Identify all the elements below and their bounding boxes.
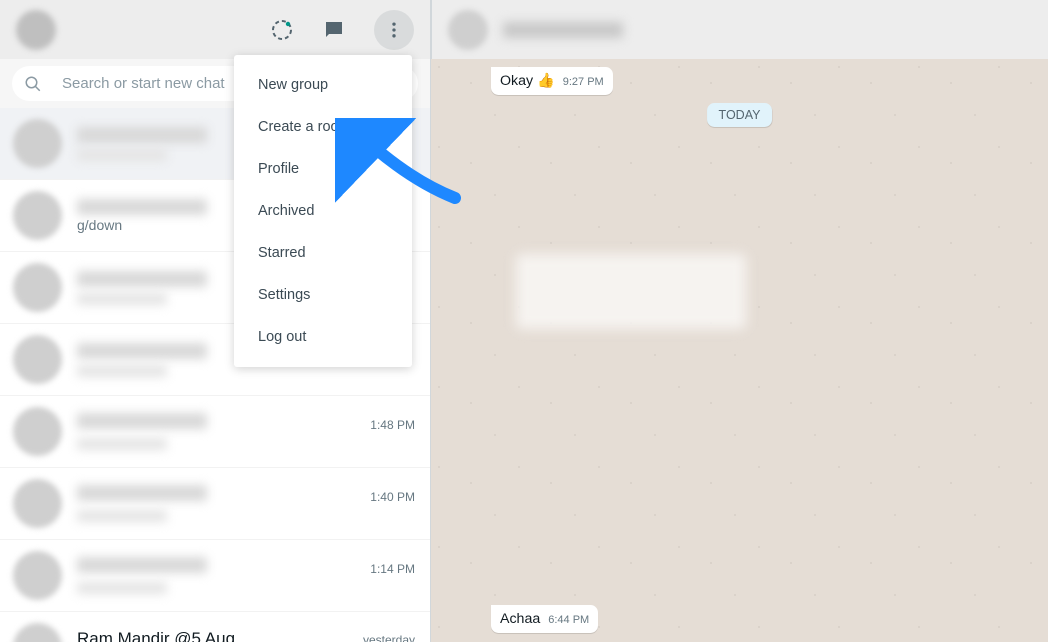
redacted-message [516, 254, 746, 329]
background-pattern [431, 59, 1048, 642]
chat-time: yesterday [363, 633, 415, 642]
message-time: 9:27 PM [563, 76, 604, 89]
conversation-title [503, 22, 623, 38]
chat-name [77, 413, 207, 429]
chat-name [77, 343, 207, 359]
chat-preview [77, 582, 167, 594]
message-time: 6:44 PM [548, 614, 589, 627]
chat-name [77, 127, 207, 143]
menu-dots-icon[interactable] [374, 10, 414, 50]
menu-starred[interactable]: Starred [234, 232, 412, 274]
conversation-body[interactable]: Okay 👍 9:27 PM TODAY Achaa 6:44 PM [431, 59, 1048, 642]
chat-item[interactable]: 1:40 PM [0, 468, 430, 540]
conversation-header[interactable] [431, 0, 1048, 59]
chat-preview [77, 510, 167, 522]
chat-time: 1:40 PM [370, 490, 415, 504]
right-panel: Okay 👍 9:27 PM TODAY Achaa 6:44 PM [431, 0, 1048, 642]
menu-profile[interactable]: Profile [234, 148, 412, 190]
conversation-avatar [448, 10, 488, 50]
chat-avatar [13, 551, 62, 600]
message-bubble[interactable]: Okay 👍 9:27 PM [491, 67, 613, 95]
menu-settings[interactable]: Settings [234, 274, 412, 316]
chat-name [77, 485, 207, 501]
chat-item[interactable]: 1:48 PM [0, 396, 430, 468]
menu-create-room[interactable]: Create a room [234, 106, 412, 148]
chat-avatar [13, 335, 62, 384]
user-avatar[interactable] [16, 10, 56, 50]
chat-preview [77, 293, 167, 305]
chat-item[interactable]: 1:14 PM [0, 540, 430, 612]
main-menu-dropdown: New group Create a room Profile Archived… [234, 55, 412, 367]
message-text: Achaa [500, 611, 540, 627]
chat-time: 1:48 PM [370, 418, 415, 432]
chat-name [77, 271, 207, 287]
search-icon [24, 75, 42, 93]
date-badge: TODAY [707, 103, 773, 127]
chat-preview [77, 438, 167, 450]
left-header [0, 0, 430, 59]
chat-time: 1:14 PM [370, 562, 415, 576]
status-icon[interactable] [270, 18, 294, 42]
menu-new-group[interactable]: New group [234, 64, 412, 106]
message-text: Okay 👍 [500, 73, 555, 89]
menu-archived[interactable]: Archived [234, 190, 412, 232]
chat-avatar [13, 119, 62, 168]
chat-name: Ram Mandir @5 Aug [77, 629, 235, 642]
chat-item[interactable]: Ram Mandir @5 Aug yesterday [0, 612, 430, 642]
new-chat-icon[interactable] [322, 18, 346, 42]
chat-preview [77, 149, 167, 161]
chat-preview [77, 365, 167, 377]
header-actions [270, 10, 414, 50]
app-root: g/down [0, 0, 1048, 642]
chat-name [77, 199, 207, 215]
chat-name [77, 557, 207, 573]
chat-avatar [13, 623, 62, 642]
chat-avatar [13, 479, 62, 528]
menu-logout[interactable]: Log out [234, 316, 412, 358]
chat-avatar [13, 191, 62, 240]
chat-avatar [13, 407, 62, 456]
message-bubble[interactable]: Achaa 6:44 PM [491, 605, 598, 633]
chat-avatar [13, 263, 62, 312]
